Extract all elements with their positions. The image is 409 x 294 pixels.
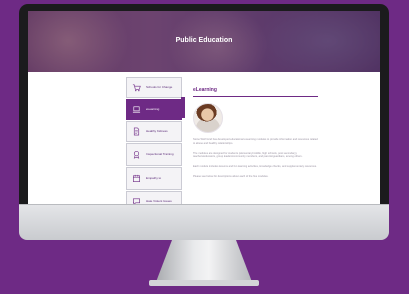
sidebar-item-label: Schools for Change xyxy=(146,84,173,89)
webpage-screen: Public Education Schools for Change eLea… xyxy=(28,11,380,204)
content-paragraph: Stone Wolf Grief has developed education… xyxy=(193,138,318,145)
sidebar-item-label: Empathy to xyxy=(146,175,162,180)
content-paragraph: The modules are designed for students (e… xyxy=(193,151,303,159)
sidebar-item-empathy[interactable]: Empathy to xyxy=(126,167,182,190)
content-heading: eLearning xyxy=(193,87,217,93)
laptop-icon xyxy=(131,105,141,115)
sidebar-item-schools-for-change[interactable]: Schools for Change xyxy=(126,77,182,98)
heading-divider xyxy=(193,96,318,97)
main-content: eLearning Stone Wolf Grief has developed… xyxy=(193,87,318,179)
sidebar-item-hate-violent-issues[interactable]: Hate Violent Issues xyxy=(126,191,182,204)
page-title: Public Education xyxy=(175,37,233,44)
monitor-foot xyxy=(149,280,259,286)
sidebar-item-label: Inspectional Training xyxy=(146,151,174,156)
sidebar-nav: Schools for Change eLearning Healthy Kid… xyxy=(126,77,182,204)
monitor-bezel: Public Education Schools for Change eLea… xyxy=(19,4,389,204)
active-indicator xyxy=(181,97,185,118)
sidebar-item-elearning[interactable]: eLearning xyxy=(126,99,182,120)
content-paragraph: Please see below for descriptions about … xyxy=(193,174,269,178)
student-photo xyxy=(193,103,223,133)
sidebar-item-label: Healthy Kidness xyxy=(146,128,168,133)
sidebar-item-healthy-kidness[interactable]: Healthy Kidness xyxy=(126,121,182,142)
document-icon xyxy=(131,127,141,137)
award-icon xyxy=(131,150,141,160)
content-paragraph: Each module includes lessons and fun lea… xyxy=(193,165,317,168)
calendar-icon xyxy=(131,174,141,184)
cart-icon xyxy=(131,83,141,93)
sidebar-item-label: Hate Violent Issues xyxy=(146,198,172,203)
message-icon xyxy=(131,197,141,204)
hero-banner: Public Education xyxy=(28,11,380,72)
monitor-chin xyxy=(19,204,389,240)
monitor: Public Education Schools for Change eLea… xyxy=(19,4,389,286)
sidebar-item-inspectional-training[interactable]: Inspectional Training xyxy=(126,143,182,166)
sidebar-item-label: eLearning xyxy=(146,106,160,111)
monitor-stand xyxy=(156,240,252,282)
